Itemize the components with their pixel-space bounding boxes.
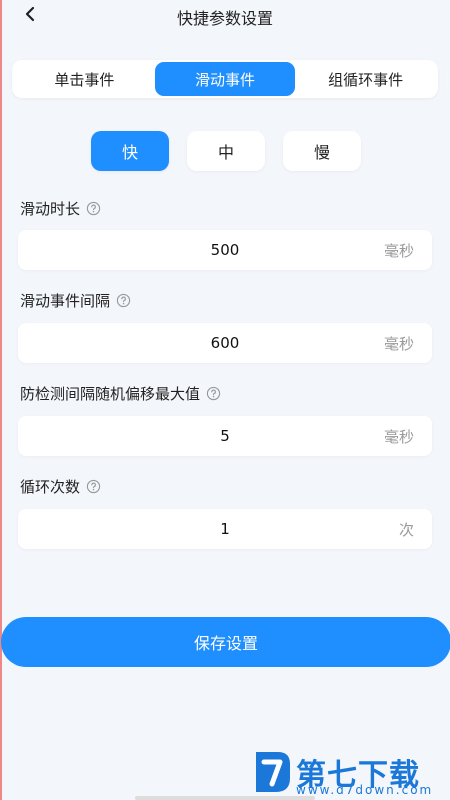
loop-count-label-text: 循环次数	[20, 478, 81, 496]
swipe-interval-input[interactable]	[18, 334, 432, 352]
random-offset-field[interactable]: 毫秒	[18, 416, 432, 456]
speed-fast-button[interactable]: 快	[91, 131, 169, 171]
swipe-interval-label: 滑动事件间隔	[20, 290, 131, 311]
swipe-duration-label-text: 滑动时长	[20, 200, 81, 218]
unit-label: 毫秒	[383, 427, 414, 446]
swipe-duration-input[interactable]	[18, 241, 432, 259]
header: 快捷参数设置	[0, 0, 450, 34]
swipe-duration-field[interactable]: 毫秒	[18, 230, 432, 270]
tab-group-loop-event[interactable]: 组循环事件	[295, 62, 436, 96]
page-title: 快捷参数设置	[176, 9, 273, 28]
loop-count-label: 循环次数	[20, 476, 101, 497]
swipe-duration-label: 滑动时长	[20, 198, 101, 219]
watermark-url: www.d7down.com	[296, 783, 434, 797]
speed-medium-button[interactable]: 中	[187, 131, 265, 171]
home-indicator	[135, 796, 315, 800]
event-type-tabs: 单击事件 滑动事件 组循环事件	[12, 60, 438, 98]
random-offset-input[interactable]	[18, 427, 432, 445]
random-offset-label-text: 防检测间隔随机偏移最大值	[20, 385, 201, 403]
speed-slow-button[interactable]: 慢	[283, 131, 361, 171]
help-icon[interactable]	[86, 201, 101, 216]
d7-logo-icon	[256, 752, 290, 792]
help-icon[interactable]	[116, 293, 131, 308]
unit-label: 次	[398, 520, 414, 539]
tab-swipe-event[interactable]: 滑动事件	[154, 62, 296, 96]
swipe-interval-field[interactable]: 毫秒	[18, 323, 432, 363]
unit-label: 毫秒	[383, 241, 414, 260]
watermark: 第七下载站 www.d7down.com	[252, 748, 442, 798]
loop-count-field[interactable]: 次	[18, 509, 432, 549]
random-offset-label: 防检测间隔随机偏移最大值	[20, 383, 221, 404]
speed-selector: 快 中 慢	[0, 131, 450, 171]
loop-count-input[interactable]	[18, 520, 432, 538]
help-icon[interactable]	[86, 479, 101, 494]
save-settings-button[interactable]: 保存设置	[1, 617, 450, 667]
tab-click-event[interactable]: 单击事件	[14, 62, 155, 96]
unit-label: 毫秒	[383, 334, 414, 353]
left-edge-line	[0, 0, 2, 800]
help-icon[interactable]	[206, 386, 221, 401]
swipe-interval-label-text: 滑动事件间隔	[20, 292, 111, 310]
